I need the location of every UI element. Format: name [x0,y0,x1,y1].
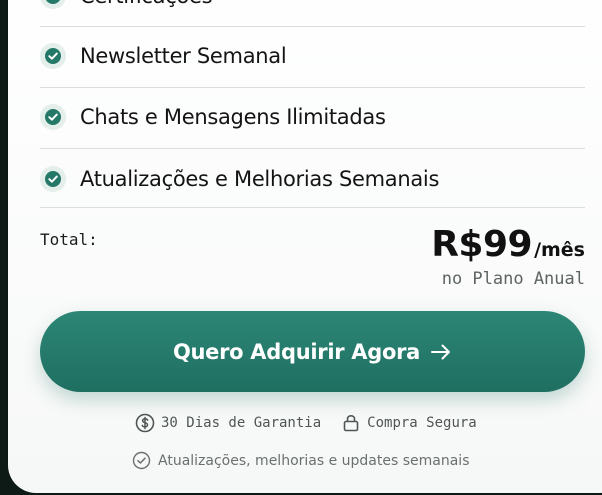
money-back-guarantee: 30 Dias de Garantia [135,413,321,433]
feature-label: Chats e Mensagens Ilimitadas [80,105,386,129]
price-amount: R$99 [431,224,533,265]
feature-item-newsletter: Newsletter Semanal [40,43,585,69]
price-period: /mês [534,239,585,261]
divider [40,148,585,149]
buy-now-label: Quero Adquirir Agora [172,339,421,364]
feature-item-certifications: Certificações [40,0,585,9]
total-label: Total: [40,230,98,249]
plan-note: no Plano Anual [441,269,585,289]
check-circle-icon [40,104,66,130]
secure-purchase: Compra Segura [341,413,477,433]
check-circle-icon [40,43,66,69]
feature-label: Atualizações e Melhorias Semanais [80,167,440,191]
guarantee-row: 30 Dias de Garantia Compra Segura [0,413,602,433]
buy-now-button[interactable]: Quero Adquirir Agora [40,311,585,392]
lock-icon [343,414,359,432]
updates-label: Atualizações, melhorias e updates semana… [158,452,470,469]
feature-item-updates: Atualizações e Melhorias Semanais [40,166,585,192]
check-circle-icon [40,0,66,9]
check-circle-icon [40,166,66,192]
dollar-circle-icon [135,413,155,433]
feature-item-chats: Chats e Mensagens Ilimitadas [40,104,585,130]
divider [40,207,585,208]
arrow-right-icon [430,343,452,361]
money-back-label: 30 Dias de Garantia [161,415,322,431]
updates-note: Atualizações, melhorias e updates semana… [132,451,470,470]
feature-label: Newsletter Semanal [80,44,287,68]
secure-label: Compra Segura [367,415,477,431]
feature-label: Certificações [80,0,213,8]
check-circle-outline-icon [132,451,151,470]
divider [40,87,585,88]
divider [40,26,585,27]
price-display: R$99 /mês [431,224,585,265]
